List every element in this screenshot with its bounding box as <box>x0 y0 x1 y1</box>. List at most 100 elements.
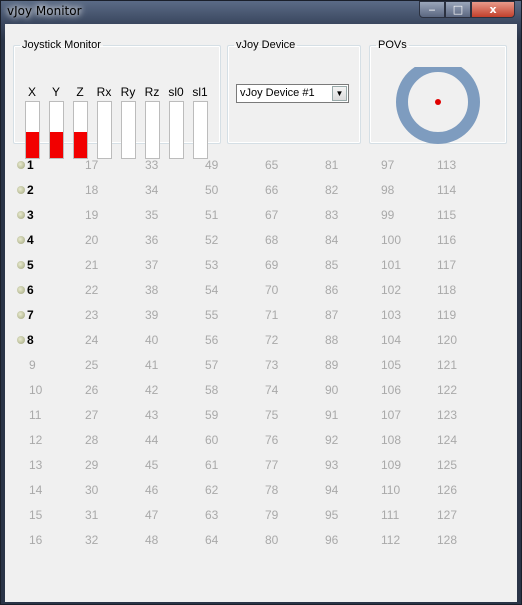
button-indicator: 37 <box>145 258 185 272</box>
button-indicator: 105 <box>381 358 421 372</box>
button-indicator: 62 <box>205 483 245 497</box>
button-number: 105 <box>381 358 402 372</box>
button-number: 20 <box>85 233 99 247</box>
button-number: 54 <box>205 283 219 297</box>
button-indicator: 28 <box>85 433 125 447</box>
maximize-icon: □ <box>452 3 464 16</box>
button-number: 13 <box>29 458 43 472</box>
button-indicator: 23 <box>85 308 125 322</box>
button-number: 107 <box>381 408 402 422</box>
button-number: 35 <box>145 208 159 222</box>
button-indicator: 90 <box>325 383 365 397</box>
axis-bar <box>145 101 160 159</box>
button-number: 73 <box>265 358 279 372</box>
button-indicator: 109 <box>381 458 421 472</box>
button-indicator: 27 <box>85 408 125 422</box>
button-indicator: 100 <box>381 233 421 247</box>
button-number: 37 <box>145 258 159 272</box>
axis-fill <box>26 131 39 158</box>
axis-label: Rz <box>144 85 160 99</box>
button-number: 49 <box>205 158 219 172</box>
button-number: 62 <box>205 483 219 497</box>
button-number: 23 <box>85 308 99 322</box>
button-number: 56 <box>205 333 219 347</box>
button-indicator: 21 <box>85 258 125 272</box>
button-number: 123 <box>437 408 458 422</box>
button-number: 4 <box>27 233 34 247</box>
button-indicator: 67 <box>265 208 305 222</box>
button-number: 25 <box>85 358 99 372</box>
close-button[interactable]: x <box>471 1 515 18</box>
button-indicator: 92 <box>325 433 365 447</box>
button-number: 79 <box>265 508 279 522</box>
povs-group: POVs <box>369 39 507 144</box>
button-indicator: 85 <box>325 258 365 272</box>
button-indicator: 121 <box>437 358 477 372</box>
window-controls: ‒ □ x <box>419 1 515 18</box>
button-indicator: 61 <box>205 458 245 472</box>
button-indicator: 34 <box>145 183 185 197</box>
vjoy-device-select[interactable]: vJoy Device #1 ▼ <box>236 84 349 103</box>
button-indicator: 89 <box>325 358 365 372</box>
button-number: 27 <box>85 408 99 422</box>
client-area: Joystick Monitor X Y Z Rx Ry Rz sl0 sl1 vJoy De… <box>5 24 517 602</box>
button-number: 11 <box>29 408 42 422</box>
led-icon <box>17 211 25 219</box>
button-number: 66 <box>265 183 279 197</box>
button-number: 3 <box>27 208 34 222</box>
axis-bar <box>73 101 88 159</box>
button-number: 34 <box>145 183 159 197</box>
button-number: 5 <box>27 258 34 272</box>
button-number: 50 <box>205 183 219 197</box>
title-bar[interactable]: vJoy Monitor ‒ □ x <box>1 1 521 23</box>
button-indicator: 55 <box>205 308 245 322</box>
minimize-button[interactable]: ‒ <box>419 1 445 18</box>
minimize-icon: ‒ <box>428 3 436 16</box>
button-indicator: 104 <box>381 333 421 347</box>
button-indicator: 74 <box>265 383 305 397</box>
button-indicator: 42 <box>145 383 185 397</box>
led-icon <box>17 311 25 319</box>
button-number: 22 <box>85 283 99 297</box>
button-indicator: 73 <box>265 358 305 372</box>
button-indicator: 113 <box>437 158 477 172</box>
button-number: 57 <box>205 358 219 372</box>
button-number: 15 <box>29 508 43 522</box>
button-number: 101 <box>381 258 402 272</box>
button-number: 112 <box>381 533 401 547</box>
chevron-down-icon[interactable]: ▼ <box>332 86 347 101</box>
button-number: 78 <box>265 483 279 497</box>
button-number: 64 <box>205 533 219 547</box>
button-indicator: 117 <box>437 258 477 272</box>
button-number: 17 <box>85 158 99 172</box>
button-indicator: 101 <box>381 258 421 272</box>
maximize-button[interactable]: □ <box>445 1 471 18</box>
button-indicator: 32 <box>85 533 125 547</box>
button-number: 114 <box>437 183 457 197</box>
button-number: 2 <box>27 183 34 197</box>
button-indicator: 54 <box>205 283 245 297</box>
button-number: 52 <box>205 233 219 247</box>
button-number: 124 <box>437 433 458 447</box>
button-indicator: 47 <box>145 508 185 522</box>
vjoy-device-legend: vJoy Device <box>236 39 296 51</box>
button-number: 84 <box>325 233 339 247</box>
button-indicator: 31 <box>85 508 125 522</box>
axis-label: Rx <box>96 85 112 99</box>
button-number: 90 <box>325 383 339 397</box>
button-number: 7 <box>27 308 34 322</box>
button-number: 110 <box>381 483 401 497</box>
axis-fill <box>74 131 87 158</box>
button-number: 10 <box>29 383 43 397</box>
button-number: 29 <box>85 458 99 472</box>
vjoy-device-group: vJoy Device vJoy Device #1 ▼ <box>227 39 361 144</box>
button-indicator: 84 <box>325 233 365 247</box>
button-number: 69 <box>265 258 279 272</box>
button-indicator: 99 <box>381 208 421 222</box>
button-indicator: 65 <box>265 158 305 172</box>
button-number: 122 <box>437 383 458 397</box>
button-indicator: 112 <box>381 533 421 547</box>
button-indicator: 115 <box>437 208 477 222</box>
button-number: 33 <box>145 158 159 172</box>
button-number: 103 <box>381 308 402 322</box>
